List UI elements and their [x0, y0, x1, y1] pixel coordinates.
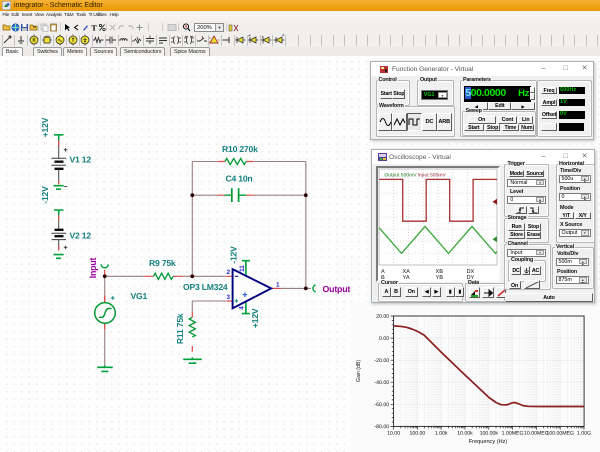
- svg-text:100.00MEG: 100.00MEG: [546, 431, 574, 437]
- svg-text:1: 1: [276, 282, 280, 289]
- svg-text:-12V: -12V: [229, 246, 239, 264]
- svg-text:100.00k: 100.00k: [480, 431, 499, 437]
- svg-text:0.00: 0.00: [379, 336, 389, 342]
- svg-text:+12V: +12V: [40, 117, 50, 137]
- svg-text:Frequency (Hz): Frequency (Hz): [469, 439, 508, 445]
- svg-text:10.00MEG: 10.00MEG: [524, 431, 549, 437]
- svg-text:V1 12: V1 12: [69, 155, 91, 165]
- svg-text:OP3 LM324: OP3 LM324: [183, 282, 228, 292]
- svg-text:3: 3: [226, 294, 230, 301]
- svg-text:Input 500mV: Input 500mV: [417, 172, 446, 178]
- svg-text:4: 4: [239, 306, 246, 310]
- svg-text:+12V: +12V: [250, 308, 260, 328]
- svg-text:100.00: 100.00: [409, 431, 425, 437]
- svg-text:R10 270k: R10 270k: [222, 144, 258, 154]
- svg-text:R11 75k: R11 75k: [175, 313, 185, 344]
- svg-text:Output 500mV: Output 500mV: [384, 172, 417, 178]
- svg-text:-60.00: -60.00: [374, 402, 389, 408]
- svg-text:11: 11: [239, 265, 246, 272]
- svg-text:Input: Input: [88, 257, 98, 278]
- svg-text:10.00k: 10.00k: [457, 431, 473, 437]
- svg-text:YB: YB: [435, 275, 443, 281]
- svg-text:20.00: 20.00: [376, 314, 389, 320]
- svg-text:YA: YA: [402, 275, 409, 281]
- svg-text:10.00: 10.00: [387, 431, 400, 437]
- svg-text:-40.00: -40.00: [374, 380, 389, 386]
- svg-text:Gain (dB): Gain (dB): [356, 360, 362, 382]
- svg-text:-80.00: -80.00: [374, 424, 389, 430]
- svg-text:-12V: -12V: [40, 186, 50, 204]
- svg-text:C4 10n: C4 10n: [225, 174, 252, 184]
- svg-text:2: 2: [226, 269, 230, 276]
- svg-text:1.00MEG: 1.00MEG: [502, 431, 524, 437]
- svg-text:1.00k: 1.00k: [435, 431, 448, 437]
- svg-text:R9 75k: R9 75k: [149, 258, 176, 268]
- svg-text:1.00G: 1.00G: [577, 431, 591, 437]
- svg-text:V2 12: V2 12: [69, 231, 91, 241]
- svg-text:-20.00: -20.00: [374, 358, 389, 364]
- svg-text:Output: Output: [322, 284, 350, 294]
- svg-text:VG1: VG1: [130, 291, 147, 301]
